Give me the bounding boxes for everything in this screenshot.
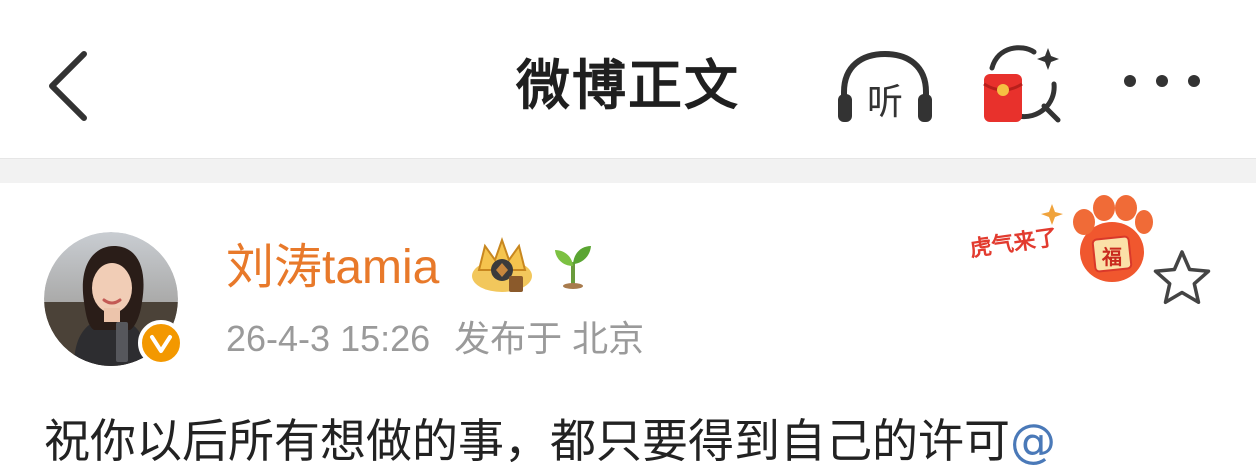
tiger-paw-sticker-icon[interactable]: 虎气来了 福 bbox=[966, 186, 1154, 290]
favorite-star-icon[interactable] bbox=[1150, 246, 1214, 310]
mention-link[interactable]: @ bbox=[1010, 414, 1056, 468]
top-navigation-bar: 微博正文 听 bbox=[0, 0, 1256, 158]
crown-vip-badge-icon[interactable] bbox=[467, 232, 537, 300]
sprout-icon bbox=[555, 246, 591, 289]
sticker-badge-text: 福 bbox=[1101, 245, 1122, 269]
author-avatar[interactable] bbox=[44, 232, 184, 372]
author-username[interactable]: 刘涛tamia bbox=[226, 238, 439, 298]
listen-headphones-icon[interactable]: 听 bbox=[832, 48, 938, 128]
listen-label: 听 bbox=[867, 82, 903, 123]
post-meta: 26-4-3 15:26 发布于 北京 bbox=[226, 314, 658, 364]
post-text: 祝你以后所有想做的事，都只要得到自己的许可 bbox=[44, 414, 1010, 468]
section-divider bbox=[0, 158, 1256, 183]
post-time: 26-4-3 15:26 bbox=[226, 318, 431, 359]
weibo-post-page: 微博正文 听 刘涛tamia 26-4-3 15:26 发布于 北京 虎气来了 … bbox=[0, 0, 1256, 476]
verified-badge-icon bbox=[138, 320, 184, 366]
red-packet-search-icon[interactable] bbox=[978, 40, 1070, 126]
post-body-text: 祝你以后所有想做的事，都只要得到自己的许可@ bbox=[44, 408, 1244, 474]
sticker-caption: 虎气来了 bbox=[968, 224, 1059, 262]
post-location: 发布于 北京 bbox=[454, 318, 645, 359]
more-options-icon[interactable] bbox=[1120, 66, 1204, 96]
